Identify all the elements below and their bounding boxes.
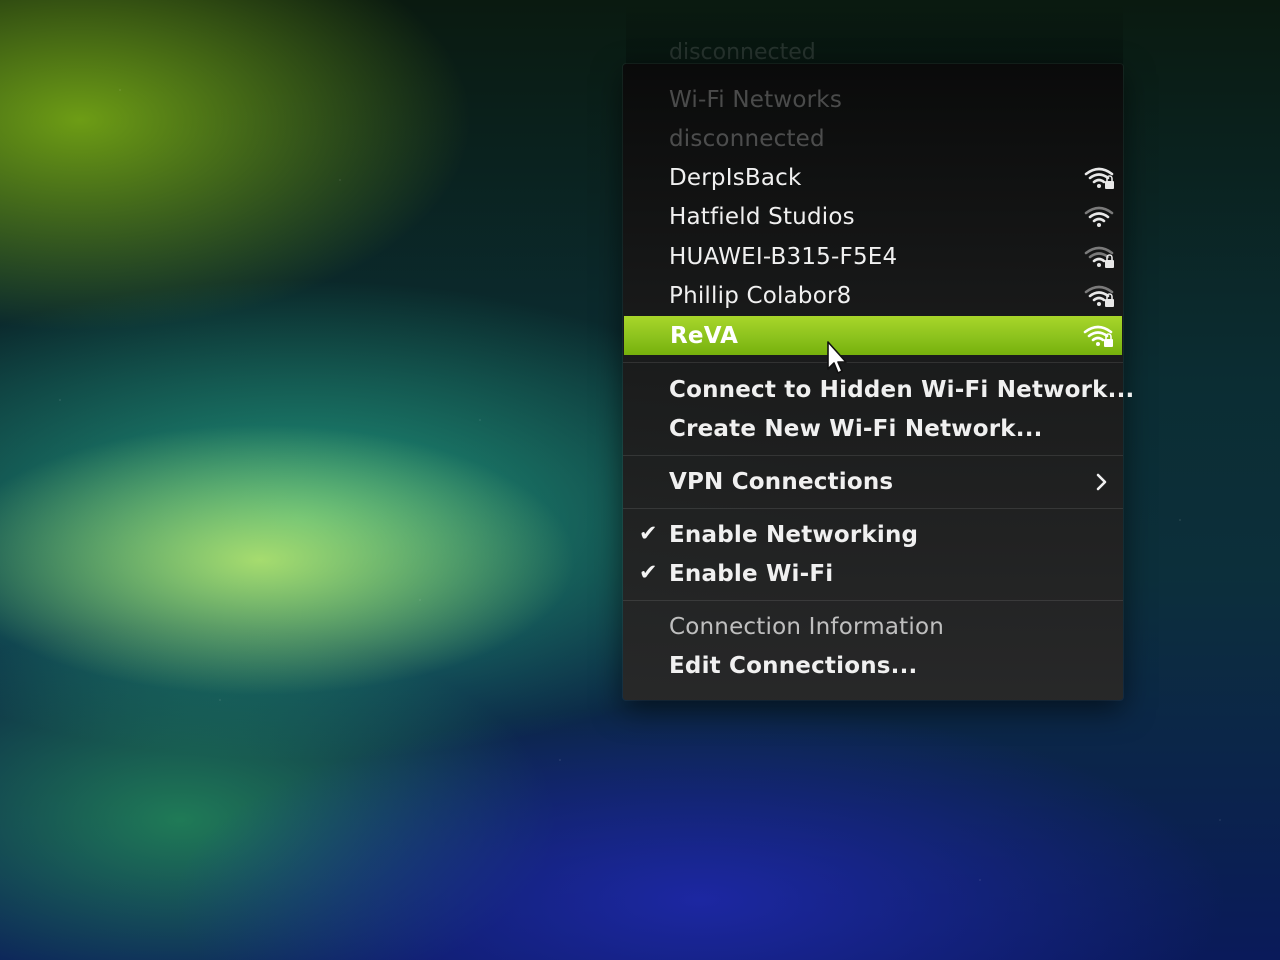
enable-wifi-toggle[interactable]: ✔ Enable Wi-Fi <box>623 554 1123 593</box>
wifi-status: disconnected <box>623 119 1123 158</box>
wifi-signal-icon <box>1084 206 1114 227</box>
create-new-network-label: Create New Wi-Fi Network... <box>669 415 1043 442</box>
ghost-status-text: disconnected <box>669 40 816 65</box>
wifi-networks-header: Wi-Fi Networks <box>623 80 1123 119</box>
connection-information-item[interactable]: Connection Information <box>623 607 1123 646</box>
edit-connections-item[interactable]: Edit Connections... <box>623 646 1123 685</box>
checkmark-icon: ✔ <box>639 560 658 586</box>
wifi-signal-locked-icon <box>1083 325 1113 347</box>
wifi-signal-locked-icon <box>1084 167 1114 189</box>
wifi-status-label: disconnected <box>669 125 825 152</box>
network-item-hatfield-studios[interactable]: Hatfield Studios <box>623 197 1123 236</box>
enable-wifi-label: Enable Wi-Fi <box>669 560 834 587</box>
vpn-connections-label: VPN Connections <box>669 468 894 495</box>
vpn-connections-item[interactable]: VPN Connections <box>623 462 1123 501</box>
enable-networking-label: Enable Networking <box>669 521 919 548</box>
network-menu: Wi-Fi Networks disconnected DerpIsBack H… <box>623 64 1134 700</box>
network-name: Phillip Colabor8 <box>669 282 852 309</box>
menu-separator <box>623 600 1123 601</box>
menu-separator <box>623 508 1123 509</box>
edit-connections-label: Edit Connections... <box>669 652 918 679</box>
connection-information-label: Connection Information <box>669 613 944 640</box>
network-name: HUAWEI-B315-F5E4 <box>669 243 898 270</box>
enable-networking-toggle[interactable]: ✔ Enable Networking <box>623 515 1123 554</box>
mouse-cursor-icon <box>827 341 847 374</box>
wifi-signal-locked-icon <box>1084 246 1114 268</box>
network-item-reva[interactable]: ReVA <box>624 316 1122 355</box>
network-name: Hatfield Studios <box>669 203 855 230</box>
create-new-network-item[interactable]: Create New Wi-Fi Network... <box>623 409 1123 448</box>
network-item-derpisback[interactable]: DerpIsBack <box>623 158 1123 197</box>
wifi-signal-locked-icon <box>1084 285 1114 307</box>
menu-separator <box>623 455 1123 456</box>
menu-separator <box>623 362 1123 363</box>
network-item-huawei-b315-f5e4[interactable]: HUAWEI-B315-F5E4 <box>623 237 1123 276</box>
connect-hidden-network-item[interactable]: Connect to Hidden Wi-Fi Network... <box>623 370 1134 409</box>
network-name: ReVA <box>670 322 739 349</box>
checkmark-icon: ✔ <box>639 521 658 547</box>
network-name: DerpIsBack <box>669 164 802 191</box>
chevron-right-icon <box>1096 473 1107 490</box>
wifi-networks-header-label: Wi-Fi Networks <box>669 86 842 113</box>
connect-hidden-network-label: Connect to Hidden Wi-Fi Network... <box>669 376 1135 403</box>
network-item-phillip-colabor8[interactable]: Phillip Colabor8 <box>623 276 1123 315</box>
